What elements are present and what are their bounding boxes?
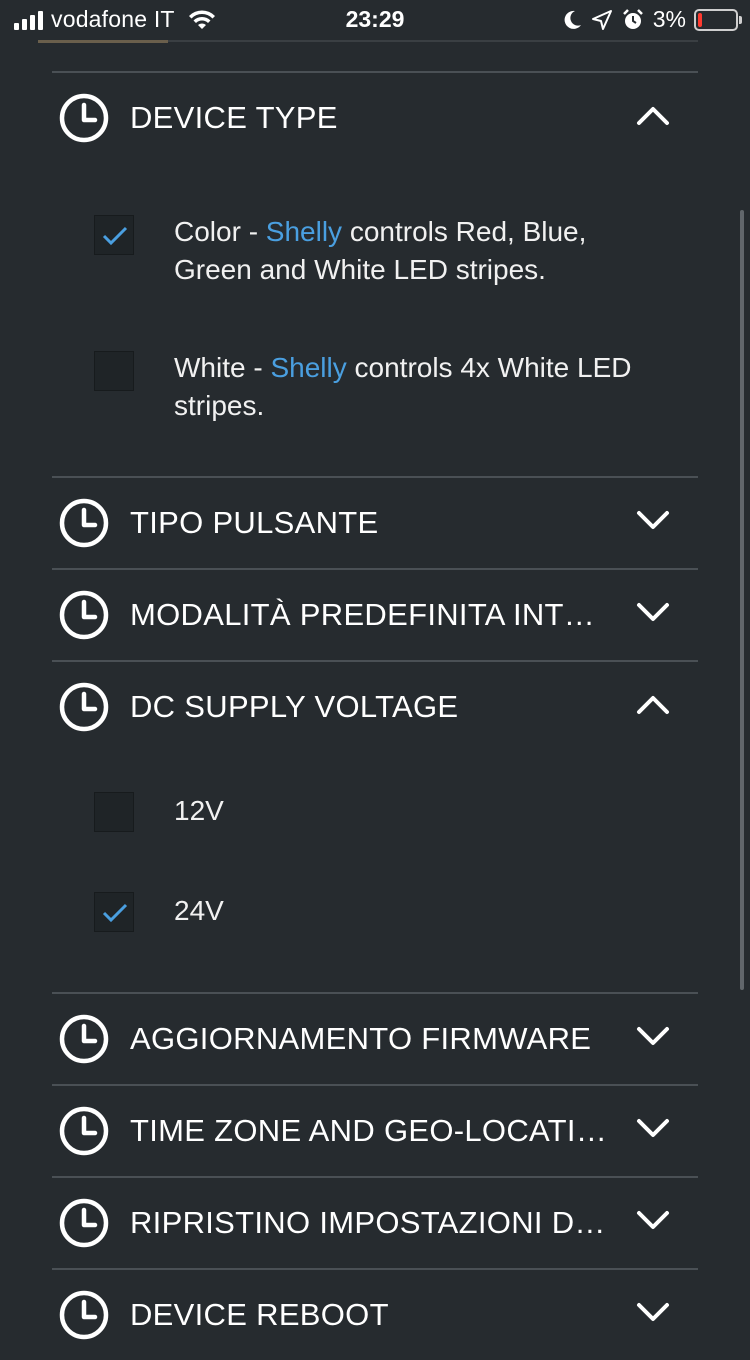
clock-icon <box>59 1290 109 1340</box>
brand-link: Shelly <box>265 216 343 247</box>
section-title: DC SUPPLY VOLTAGE <box>130 689 459 724</box>
section-body: 12V 24V <box>52 752 698 992</box>
section-title: DEVICE TYPE <box>130 100 338 135</box>
section-body: Color - Shelly controls Red, Blue, Green… <box>52 163 698 476</box>
option-prefix: White - <box>174 352 271 383</box>
chevron-down-icon[interactable] <box>636 508 670 532</box>
checkbox-12v[interactable] <box>94 792 134 832</box>
chevron-down-icon[interactable] <box>636 1024 670 1048</box>
brand-link: Shelly <box>270 352 347 383</box>
option-label: White - Shelly controls 4x White LED str… <box>174 349 654 425</box>
clock-icon <box>59 590 109 640</box>
option-12v[interactable]: 12V <box>52 792 698 832</box>
section-device-reboot: DEVICE REBOOT <box>52 1268 698 1360</box>
section-modalita-predefinita: MODALITÀ PREDEFINITA INTER… <box>52 568 698 660</box>
section-title: TIPO PULSANTE <box>130 505 379 540</box>
checkbox-color[interactable] <box>94 215 134 255</box>
section-title: DEVICE REBOOT <box>130 1297 389 1332</box>
section-device-type: DEVICE TYPE Color - Shelly controls Red,… <box>52 71 698 476</box>
section-header[interactable]: TIPO PULSANTE <box>52 478 698 568</box>
section-header[interactable]: MODALITÀ PREDEFINITA INTER… <box>52 570 698 660</box>
option-white[interactable]: White - Shelly controls 4x White LED str… <box>52 349 698 425</box>
section-ripristino: RIPRISTINO IMPOSTAZIONI DI F… <box>52 1176 698 1268</box>
section-time-zone: TIME ZONE AND GEO-LOCATION <box>52 1084 698 1176</box>
chevron-down-icon[interactable] <box>636 600 670 624</box>
section-tipo-pulsante: TIPO PULSANTE <box>52 476 698 568</box>
option-color[interactable]: Color - Shelly controls Red, Blue, Green… <box>52 213 698 289</box>
clock-icon <box>59 1198 109 1248</box>
moon-icon <box>564 10 581 29</box>
chevron-down-icon[interactable] <box>636 1300 670 1324</box>
option-24v[interactable]: 24V <box>52 892 698 932</box>
battery-icon <box>694 8 742 31</box>
section-header[interactable]: DEVICE TYPE <box>52 73 698 163</box>
settings-list: DEVICE TYPE Color - Shelly controls Red,… <box>52 71 698 1360</box>
battery-percent: 3% <box>652 6 686 32</box>
option-label: Color - Shelly controls Red, Blue, Green… <box>174 213 654 289</box>
checkmark-icon <box>102 226 128 246</box>
image-strip <box>38 40 168 43</box>
checkmark-icon <box>102 903 128 923</box>
section-header[interactable]: AGGIORNAMENTO FIRMWARE <box>52 994 698 1084</box>
clock-icon <box>59 1014 109 1064</box>
section-header[interactable]: RIPRISTINO IMPOSTAZIONI DI F… <box>52 1178 698 1268</box>
clock-icon <box>59 498 109 548</box>
clock-icon <box>59 1106 109 1156</box>
option-prefix: Color - <box>174 216 266 247</box>
section-header[interactable]: TIME ZONE AND GEO-LOCATION <box>52 1086 698 1176</box>
chevron-up-icon[interactable] <box>636 103 670 127</box>
section-title: MODALITÀ PREDEFINITA INTER… <box>130 597 610 632</box>
scrollbar[interactable] <box>740 210 744 990</box>
chevron-up-icon[interactable] <box>636 692 670 716</box>
chevron-down-icon[interactable] <box>636 1208 670 1232</box>
section-dc-supply-voltage: DC SUPPLY VOLTAGE 12V 24V <box>52 660 698 992</box>
alarm-icon <box>622 8 643 29</box>
clock-icon <box>59 93 109 143</box>
status-bar: vodafone IT 23:29 3% <box>0 0 750 40</box>
section-title: TIME ZONE AND GEO-LOCATION <box>130 1113 610 1148</box>
checkbox-24v[interactable] <box>94 892 134 932</box>
section-header[interactable]: DEVICE REBOOT <box>52 1270 698 1360</box>
location-arrow-icon <box>591 9 612 30</box>
section-aggiornamento-firmware: AGGIORNAMENTO FIRMWARE <box>52 992 698 1084</box>
section-header[interactable]: DC SUPPLY VOLTAGE <box>52 662 698 752</box>
option-label: 12V <box>174 795 224 826</box>
checkbox-white[interactable] <box>94 351 134 391</box>
section-title: AGGIORNAMENTO FIRMWARE <box>130 1021 592 1056</box>
option-label: 24V <box>174 895 224 926</box>
clock-icon <box>59 682 109 732</box>
chevron-down-icon[interactable] <box>636 1116 670 1140</box>
section-title: RIPRISTINO IMPOSTAZIONI DI F… <box>130 1205 610 1240</box>
